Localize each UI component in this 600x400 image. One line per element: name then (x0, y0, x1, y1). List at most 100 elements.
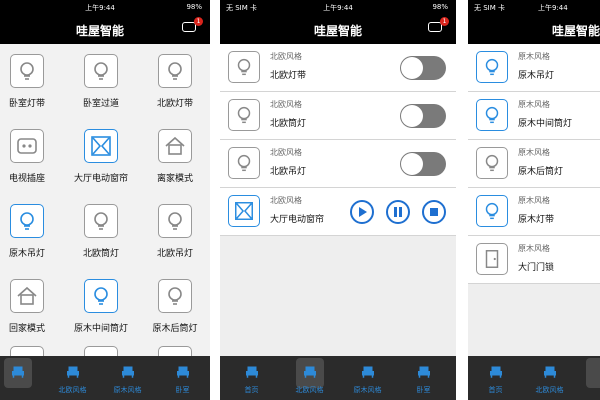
grid-cell-bedroom-aisle[interactable]: 卧室过道 (64, 44, 138, 109)
cell-label: 大厅电动窗帘 (73, 174, 128, 184)
cell-label: 原木中间筒灯 (73, 324, 128, 334)
tab-label: 北欧风格 (535, 386, 564, 394)
message-icon[interactable]: 1 (182, 17, 203, 34)
status-time: 上午9:44 (538, 4, 568, 12)
list-item[interactable]: 原木风格 大门门锁 (468, 236, 600, 284)
message-badge: 1 (194, 17, 203, 26)
bulb-icon (476, 51, 508, 83)
tab-nordic-style[interactable]: 北欧风格 (45, 356, 100, 400)
row-name: 原木中间筒灯 (518, 119, 573, 129)
bulb-icon (228, 99, 260, 131)
row-name: 北欧筒灯 (270, 119, 307, 129)
page-title: 哇屋智能 (552, 24, 600, 38)
stop-icon (430, 208, 438, 216)
pause-button[interactable] (386, 200, 410, 224)
tab-bedroom[interactable]: 卧室 (155, 356, 210, 400)
grid-cell-home-mode[interactable]: 回家模式 (0, 269, 64, 334)
nav-bar: 哇屋智能 1 (220, 14, 456, 44)
tab-home[interactable]: 首页 (224, 356, 279, 400)
tab-home[interactable]: 首页 (468, 356, 523, 400)
screen-nordic-style: 无 SIM 卡 上午9:44 98% 哇屋智能 1 北欧风格 北欧灯带 北欧风格… (220, 0, 456, 400)
tab-bedroom[interactable]: 卧室 (396, 356, 451, 400)
grid-cell-hall-curtain[interactable]: 大厅电动窗帘 (64, 119, 138, 184)
cell-label: 回家模式 (8, 324, 45, 334)
tab-label: 首页 (244, 386, 259, 394)
tab-nordic-style[interactable]: 北欧风格 (522, 356, 577, 400)
bulb-icon (10, 54, 44, 88)
play-button[interactable] (350, 200, 374, 224)
device-grid: 卧室灯带 卧室过道 北欧灯带 电视插座 大厅电动窗帘 离家模式 原木吊灯 北欧筒… (0, 44, 210, 380)
play-icon (359, 207, 367, 217)
cell-label: 卧室灯带 (8, 99, 45, 109)
tab-wood-style[interactable]: 原木风格 (340, 356, 395, 400)
door-icon (476, 243, 508, 275)
power-toggle[interactable] (400, 104, 446, 128)
cell-label: 原木吊灯 (8, 249, 45, 259)
screen-wood-style: 无 SIM 卡 上午9:44 哇屋智能 原木风格 原木吊灯 原木风格 原木中间筒… (468, 0, 600, 400)
tab-label: 卧室 (416, 386, 431, 394)
power-toggle[interactable] (400, 152, 446, 176)
status-time: 上午9:44 (323, 4, 353, 12)
list-item[interactable]: 原木风格 原木吊灯 (468, 44, 600, 92)
list-item[interactable]: 北欧风格 北欧吊灯 (220, 140, 456, 188)
row-name: 原木吊灯 (518, 71, 555, 81)
grid-cell-bedroom-strip[interactable]: 卧室灯带 (0, 44, 64, 109)
status-bar: 无 SIM 卡 上午9:44 (468, 0, 600, 14)
status-bar: 上午9:44 98% (0, 0, 210, 14)
tab-home[interactable] (0, 356, 45, 400)
device-list: 北欧风格 北欧灯带 北欧风格 北欧筒灯 北欧风格 北欧吊灯 北欧风格 大厅电动窗… (220, 44, 456, 356)
row-name: 大门门锁 (518, 263, 555, 273)
bulb-icon (158, 204, 192, 238)
sofa-icon (304, 366, 316, 378)
grid-cell-wood-rear-downlight[interactable]: 原木后筒灯 (138, 269, 210, 334)
tab-label: 原木风格 (353, 386, 382, 394)
list-item[interactable]: 原木风格 原木中间筒灯 (468, 92, 600, 140)
grid-cell-away-mode[interactable]: 离家模式 (138, 119, 210, 184)
bulb-icon (158, 279, 192, 313)
bulb-icon (476, 147, 508, 179)
list-item[interactable]: 北欧风格 北欧筒灯 (220, 92, 456, 140)
list-item[interactable]: 北欧风格 大厅电动窗帘 (220, 188, 456, 236)
row-group: 北欧风格 (270, 52, 302, 61)
bulb-icon (158, 54, 192, 88)
sofa-icon (12, 366, 24, 378)
row-name: 大厅电动窗帘 (270, 215, 325, 225)
sofa-icon (362, 366, 374, 378)
grid-cell-nordic-strip[interactable]: 北欧灯带 (138, 44, 210, 109)
tab-wood-style[interactable]: 原木风格 (100, 356, 155, 400)
tab-bar: 首页 北欧风格 (468, 356, 600, 400)
grid-cell-wood-pendant[interactable]: 原木吊灯 (0, 194, 64, 259)
sofa-icon (67, 366, 79, 378)
row-group: 北欧风格 (270, 100, 302, 109)
list-item[interactable]: 北欧风格 北欧灯带 (220, 44, 456, 92)
bulb-icon (228, 51, 260, 83)
cell-label: 北欧灯带 (156, 99, 193, 109)
status-bar: 无 SIM 卡 上午9:44 98% (220, 0, 456, 14)
grid-cell-tv-socket[interactable]: 电视插座 (0, 119, 64, 184)
grid-cell-nordic-pendant[interactable]: 北欧吊灯 (138, 194, 210, 259)
sofa-icon (246, 366, 258, 378)
list-item[interactable]: 原木风格 原木后筒灯 (468, 140, 600, 188)
tab-nordic-style[interactable]: 北欧风格 (282, 356, 337, 400)
message-icon[interactable]: 1 (428, 17, 449, 34)
row-group: 北欧风格 (270, 148, 302, 157)
cell-label: 原木后筒灯 (152, 324, 198, 334)
message-badge: 1 (440, 17, 449, 26)
sofa-icon (122, 366, 134, 378)
power-toggle[interactable] (400, 56, 446, 80)
tab-label: 首页 (488, 386, 503, 394)
stop-button[interactable] (422, 200, 446, 224)
row-group: 原木风格 (518, 148, 550, 157)
row-group: 原木风格 (518, 100, 550, 109)
bulb-icon (476, 195, 508, 227)
cell-label: 离家模式 (156, 174, 193, 184)
grid-cell-wood-middle-downlight[interactable]: 原木中间筒灯 (64, 269, 138, 334)
row-name: 北欧吊灯 (270, 167, 307, 177)
grid-cell-nordic-downlight[interactable]: 北欧筒灯 (64, 194, 138, 259)
list-item[interactable]: 原木风格 原木灯带 (468, 188, 600, 236)
bulb-icon (10, 204, 44, 238)
row-group: 原木风格 (518, 244, 550, 253)
tab-wood-style[interactable] (572, 356, 600, 400)
tab-bar: 北欧风格 原木风格 卧室 (0, 356, 210, 400)
screen-home: 上午9:44 98% 哇屋智能 1 卧室灯带 卧室过道 北欧灯带 电视插座 大厅… (0, 0, 210, 400)
